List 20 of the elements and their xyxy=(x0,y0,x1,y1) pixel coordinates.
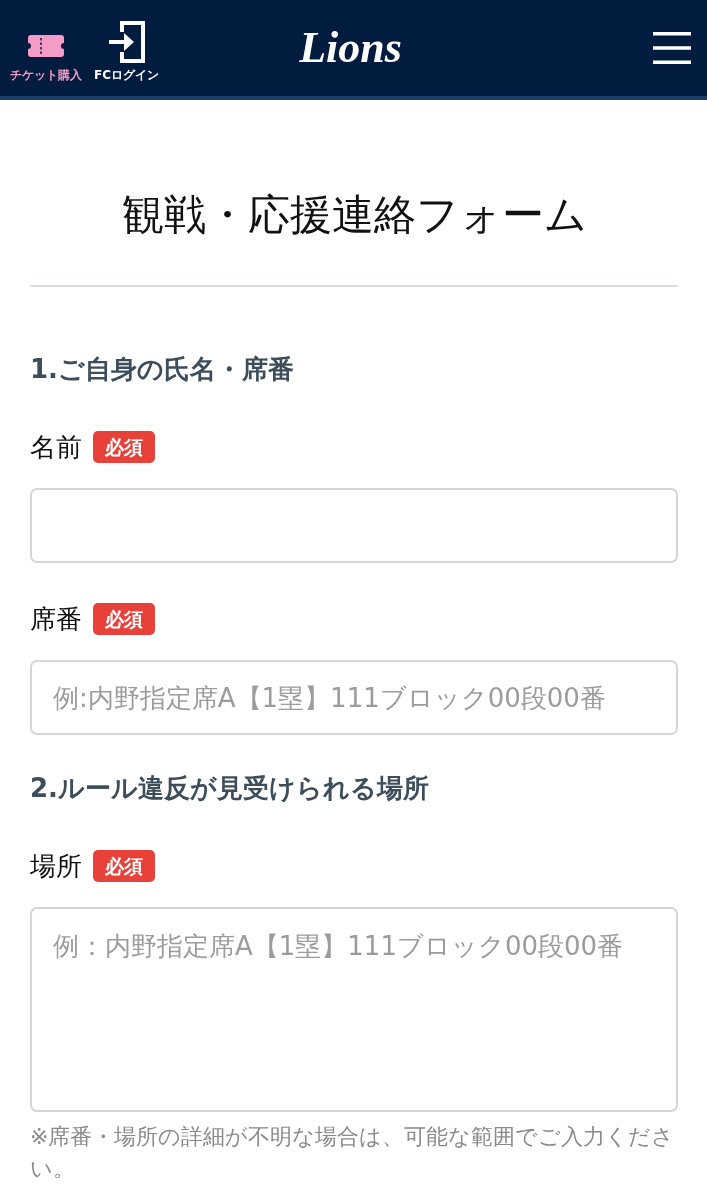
help-note: ※席番・場所の詳細が不明な場合は、可能な範囲でご入力ください。 xyxy=(30,1123,676,1183)
ticket-link[interactable]: チケット購入 xyxy=(10,35,82,83)
menu-icon xyxy=(653,32,691,64)
text-input-field[interactable] xyxy=(30,488,678,563)
required-badge: 必須 xyxy=(93,431,155,463)
field-label: 席番 xyxy=(30,603,82,636)
required-badge: 必須 xyxy=(93,850,155,882)
form-title: 観戦・応援連絡フォーム xyxy=(120,191,588,239)
ticket-icon xyxy=(28,35,64,57)
section-heading: 2.ルール違反が見受けられる場所 xyxy=(30,772,430,804)
section-heading: 1.ご自身の氏名・席番 xyxy=(30,353,295,385)
menu-button[interactable] xyxy=(653,32,691,64)
login-link[interactable]: FCログイン xyxy=(94,21,159,83)
sign-in-icon xyxy=(108,21,145,63)
field-label: 名前 xyxy=(30,431,82,464)
required-badge: 必須 xyxy=(93,603,155,635)
text-area-field[interactable]: 例：内野指定席A【1塁】111ブロック00段00番 xyxy=(30,907,678,1112)
logo[interactable]: Lions xyxy=(299,23,402,73)
field-label: 場所 xyxy=(30,850,82,883)
text-input-field[interactable]: 例:内野指定席A【1塁】111ブロック00段00番 xyxy=(30,660,678,735)
